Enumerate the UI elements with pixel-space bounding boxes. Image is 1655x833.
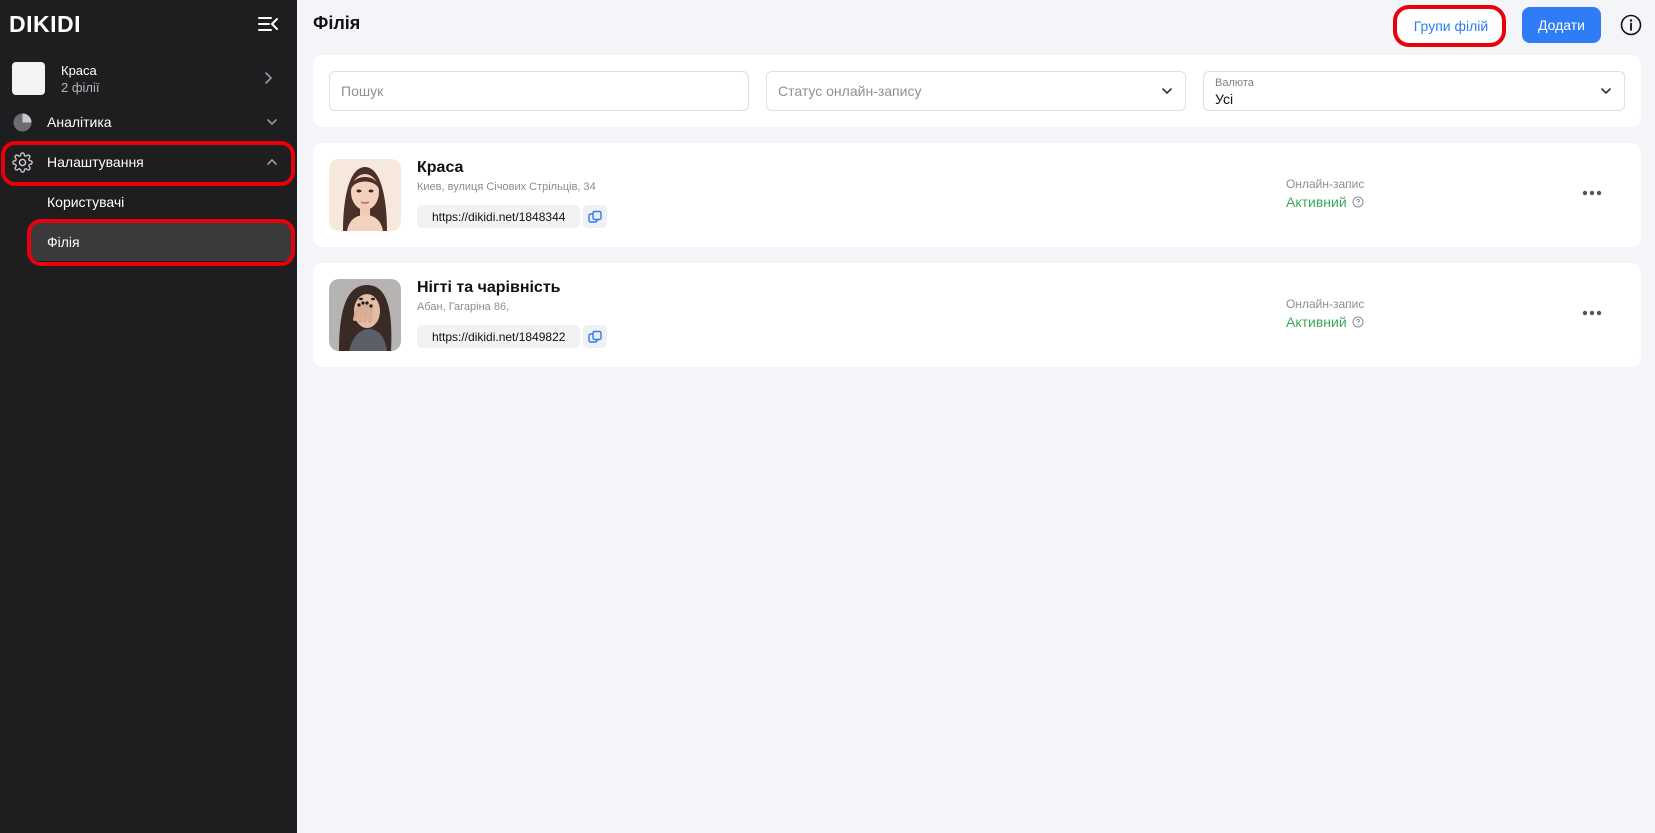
company-name: Краса [61, 63, 97, 78]
copy-icon [588, 210, 602, 223]
copy-link-button[interactable] [583, 205, 607, 228]
branch-photo [329, 159, 401, 231]
sidebar-subitem-users[interactable]: Користувачі [30, 183, 294, 221]
online-booking-status: Активний [1286, 194, 1364, 210]
company-avatar [12, 62, 45, 95]
branch-photo-image [329, 279, 401, 351]
sidebar-item-settings[interactable]: Налаштування [0, 142, 297, 182]
more-horizontal-icon [1582, 310, 1602, 316]
branch-card: Нігті та чарівність Абан, Гагаріна 86, h… [313, 263, 1641, 367]
chevron-down-icon [1601, 88, 1611, 95]
sidebar-subitem-label: Користувачі [47, 194, 125, 210]
sidebar-item-analytics[interactable]: Аналітика [0, 102, 297, 142]
sidebar-item-label: Аналітика [47, 114, 112, 130]
branch-address: Киев, вулиця Січових Стрільців, 34 [417, 181, 596, 193]
online-booking-label: Онлайн-запис [1286, 297, 1365, 311]
add-button[interactable]: Додати [1522, 7, 1601, 43]
online-status-placeholder: Статус онлайн-запису [778, 83, 922, 99]
branch-photo-image [329, 159, 401, 231]
branch-card: Краса Киев, вулиця Січових Стрільців, 34… [313, 143, 1641, 247]
filters-panel: Статус онлайн-запису Валюта Усі [313, 55, 1641, 127]
sidebar: DIKIDI Краса 2 філії Аналітика Налаштува… [0, 0, 297, 833]
currency-value: Усі [1215, 91, 1234, 107]
online-booking-status-text: Активний [1286, 314, 1347, 330]
info-icon [1620, 14, 1642, 36]
copy-icon [588, 330, 602, 343]
branch-address: Абан, Гагаріна 86, [417, 301, 510, 313]
online-booking-status-text: Активний [1286, 194, 1347, 210]
company-branch-count: 2 філії [61, 80, 100, 95]
online-status-select[interactable]: Статус онлайн-запису [766, 71, 1186, 111]
sidebar-item-label: Налаштування [47, 154, 144, 170]
branch-name: Нігті та чарівність [417, 279, 561, 296]
branch-link[interactable]: https://dikidi.net/1848344 [417, 205, 581, 228]
chevron-down-icon [267, 119, 277, 126]
info-button[interactable] [1620, 14, 1642, 36]
search-field [329, 71, 749, 111]
more-options-button[interactable] [1578, 303, 1606, 323]
menu-collapse-icon [258, 17, 278, 31]
pie-chart-icon [13, 113, 32, 132]
company-switcher[interactable]: Краса 2 філії [12, 60, 288, 98]
online-booking-label: Онлайн-запис [1286, 177, 1365, 191]
chevron-right-icon [265, 72, 273, 84]
branch-name: Краса [417, 159, 464, 176]
collapse-sidebar-button[interactable] [257, 14, 279, 34]
sidebar-subitem-branch[interactable]: Філія [30, 223, 294, 261]
currency-select[interactable]: Валюта Усі [1203, 71, 1625, 111]
branch-groups-button[interactable]: Групи філій [1396, 8, 1506, 43]
page-title: Філія [313, 13, 361, 33]
branch-link[interactable]: https://dikidi.net/1849822 [417, 325, 581, 348]
search-input[interactable] [330, 72, 748, 110]
more-horizontal-icon [1582, 190, 1602, 196]
branch-photo [329, 279, 401, 351]
currency-label: Валюта [1215, 77, 1254, 89]
help-icon[interactable] [1352, 196, 1364, 208]
chevron-up-icon [267, 158, 277, 165]
logo: DIKIDI [9, 11, 81, 37]
sidebar-subitem-label: Філія [47, 234, 80, 250]
online-booking-status: Активний [1286, 314, 1364, 330]
more-options-button[interactable] [1578, 183, 1606, 203]
help-icon[interactable] [1352, 316, 1364, 328]
copy-link-button[interactable] [583, 325, 607, 348]
gear-icon [12, 152, 33, 173]
chevron-down-icon [1162, 88, 1172, 95]
